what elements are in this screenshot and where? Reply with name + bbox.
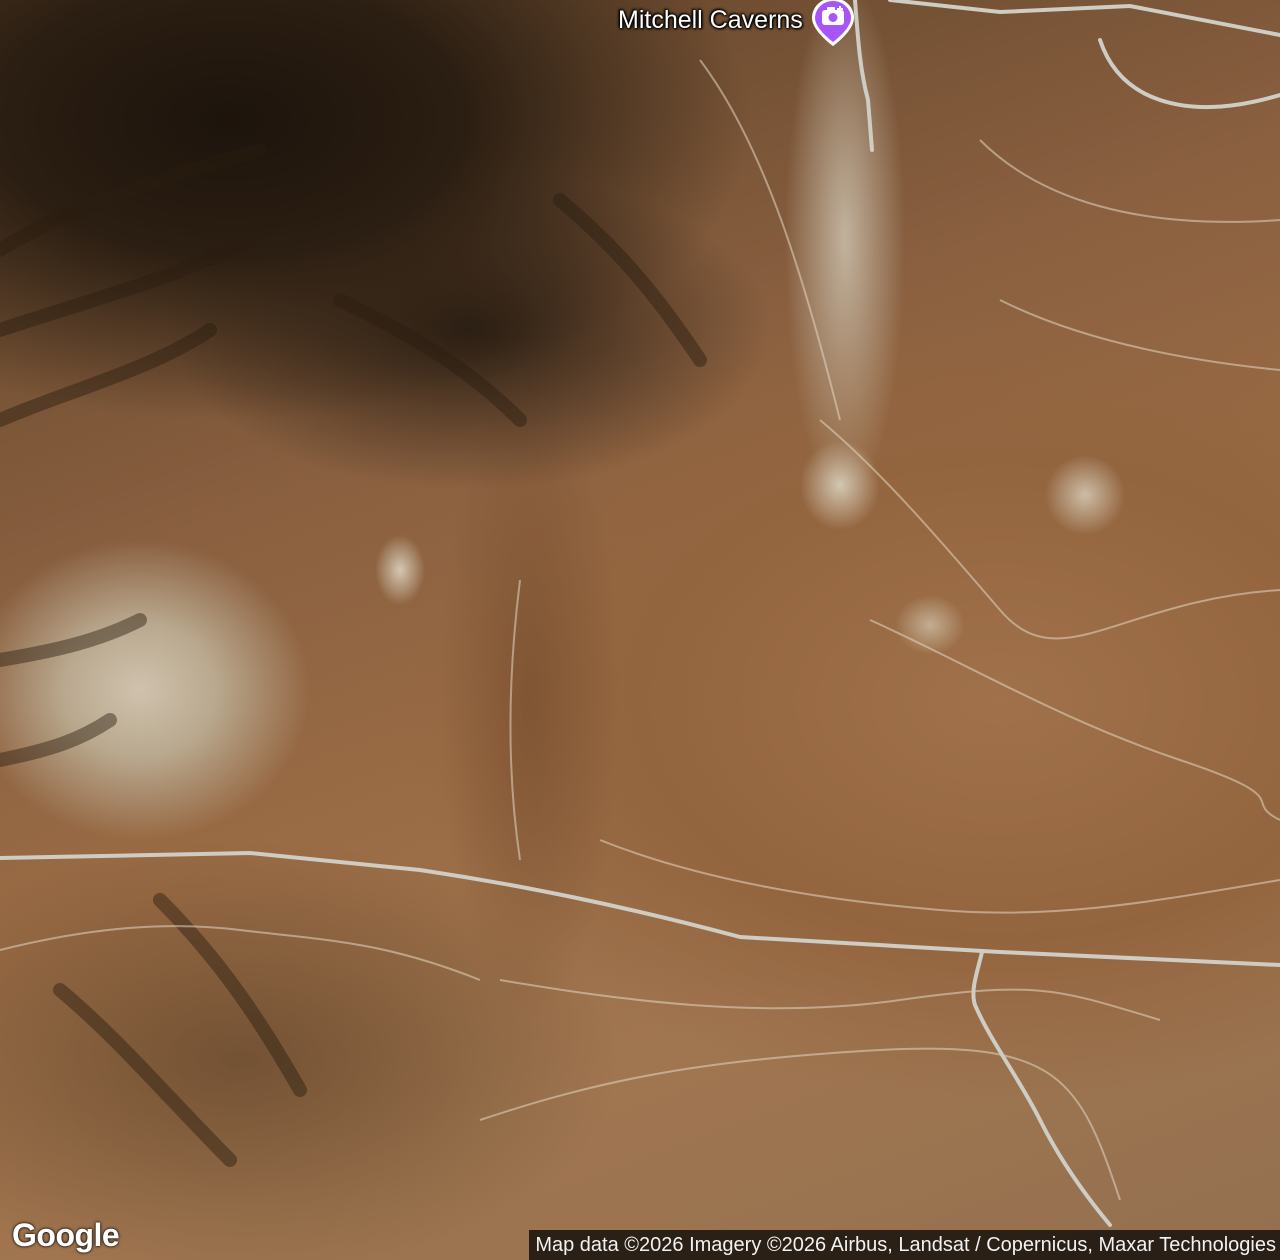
terrain-overlay — [0, 0, 1280, 1227]
google-logo: Google — [12, 1217, 120, 1253]
satellite-map[interactable]: Mitchell Caverns Google Map data ©2026 I… — [0, 0, 1280, 1260]
poi-marker[interactable]: Mitchell Caverns — [618, 0, 857, 46]
poi-label[interactable]: Mitchell Caverns — [618, 0, 803, 40]
map-attribution[interactable]: Map data ©2026 Imagery ©2026 Airbus, Lan… — [529, 1230, 1280, 1260]
ridge-shading — [0, 143, 707, 1167]
roads — [0, 0, 1280, 1227]
washes — [0, 59, 1280, 1201]
camera-pin-icon[interactable] — [809, 0, 857, 46]
